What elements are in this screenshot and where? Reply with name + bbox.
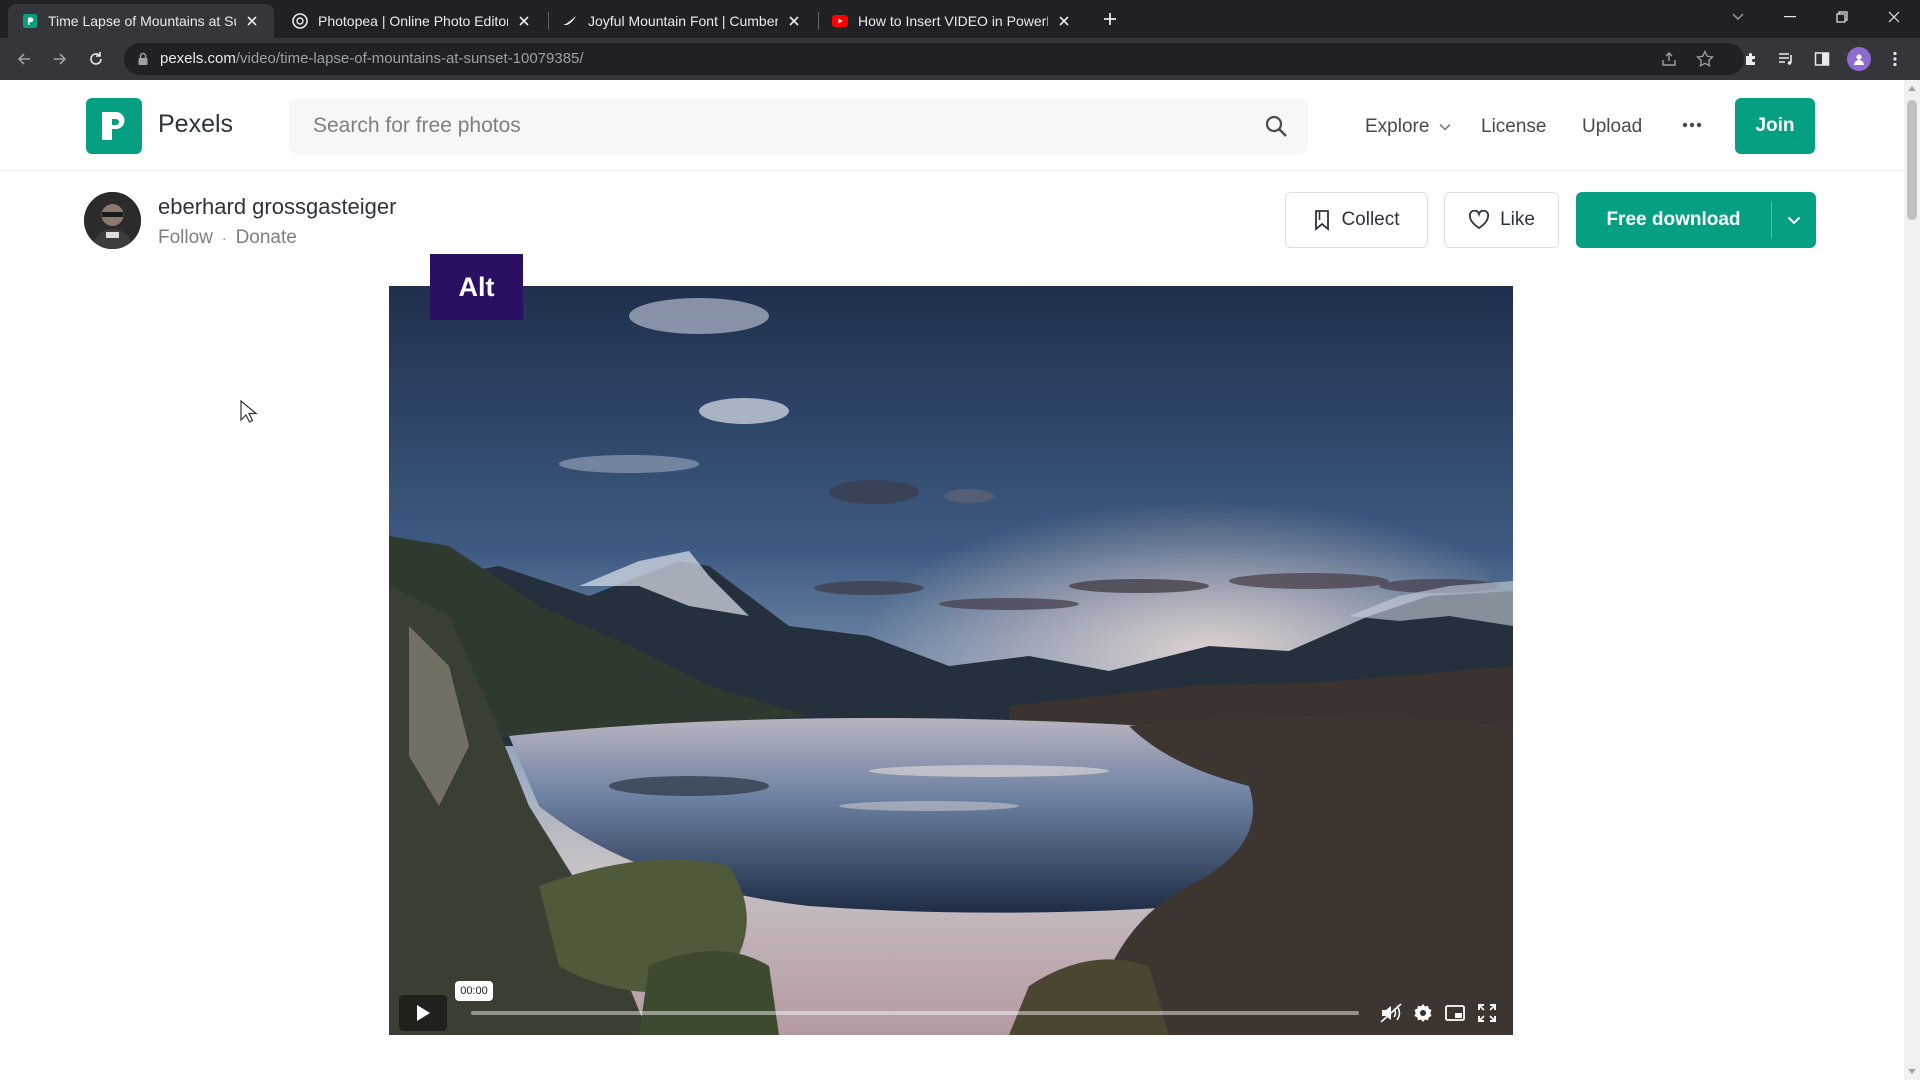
- tab-pexels-video[interactable]: Time Lapse of Mountains at Sun: [8, 4, 274, 38]
- browser-toolbar: pexels.com/video/time-lapse-of-mountains…: [0, 38, 1920, 80]
- collect-button[interactable]: Collect: [1285, 192, 1428, 248]
- close-tab-icon[interactable]: [242, 11, 262, 31]
- address-bar[interactable]: pexels.com/video/time-lapse-of-mountains…: [124, 43, 1744, 75]
- video-frame-mountain-lake: [389, 286, 1513, 1035]
- minimize-icon[interactable]: [1768, 0, 1812, 34]
- chevron-down-icon: [1439, 123, 1451, 131]
- like-label: Like: [1500, 209, 1535, 230]
- tab-search-chevron-icon[interactable]: [1716, 0, 1760, 34]
- pexels-page: Pexels Explore License Upload Join eberh…: [0, 80, 1904, 1080]
- settings-gear-icon[interactable]: [1411, 1001, 1435, 1025]
- play-button[interactable]: [399, 995, 447, 1031]
- url-host: pexels.com: [160, 50, 236, 67]
- play-icon: [417, 1005, 430, 1021]
- tab-title: Joyful Mountain Font | Cumberla: [588, 13, 778, 29]
- url-text: pexels.com/video/time-lapse-of-mountains…: [160, 43, 584, 75]
- scroll-up-arrow-icon[interactable]: [1908, 86, 1916, 91]
- video-progress-track[interactable]: 00:00: [455, 981, 1359, 1015]
- youtube-favicon: [832, 13, 848, 29]
- bookmark-star-icon[interactable]: [1694, 48, 1716, 70]
- close-tab-icon[interactable]: [1054, 11, 1074, 31]
- free-download-group: Free download: [1576, 192, 1816, 248]
- pexels-favicon: [22, 13, 38, 29]
- search-box[interactable]: [289, 98, 1308, 154]
- video-controls: 00:00: [389, 981, 1513, 1035]
- video-player[interactable]: 00:00: [389, 286, 1513, 1035]
- browser-tab-strip: Time Lapse of Mountains at Sun Photopea …: [0, 0, 1920, 38]
- close-window-icon[interactable]: [1872, 0, 1916, 34]
- alt-key-badge: Alt: [430, 254, 523, 320]
- nav-upload[interactable]: Upload: [1582, 116, 1642, 138]
- browser-menu-icon[interactable]: [1884, 48, 1906, 70]
- bookmark-icon: [1315, 210, 1330, 231]
- scroll-down-arrow-icon[interactable]: [1908, 1069, 1916, 1074]
- mute-icon[interactable]: [1379, 1001, 1403, 1025]
- header-divider: [0, 170, 1904, 171]
- page-scrollbar[interactable]: [1904, 80, 1920, 1080]
- tab-youtube-powerpoint[interactable]: How to Insert VIDEO in PowerPo: [818, 4, 1086, 38]
- nav-license[interactable]: License: [1481, 116, 1547, 138]
- tab-title: Time Lapse of Mountains at Sun: [48, 13, 236, 29]
- font-favicon: [562, 13, 578, 29]
- scrollbar-thumb[interactable]: [1907, 100, 1917, 220]
- close-tab-icon[interactable]: [784, 11, 804, 31]
- media-playlist-icon[interactable]: [1775, 48, 1797, 70]
- side-panel-icon[interactable]: [1811, 48, 1833, 70]
- tab-photopea[interactable]: Photopea | Online Photo Editor: [278, 4, 546, 38]
- follow-link[interactable]: Follow: [158, 227, 213, 249]
- donate-link[interactable]: Donate: [236, 227, 297, 249]
- pexels-logo[interactable]: [86, 98, 142, 154]
- forward-arrow-icon[interactable]: [48, 47, 72, 71]
- collect-label: Collect: [1341, 209, 1400, 230]
- tab-joyful-mountain-font[interactable]: Joyful Mountain Font | Cumberla: [548, 4, 816, 38]
- brand-name[interactable]: Pexels: [158, 110, 233, 139]
- search-icon[interactable]: [1264, 114, 1288, 138]
- author-name[interactable]: eberhard grossgasteiger: [158, 194, 396, 220]
- close-tab-icon[interactable]: [514, 11, 534, 31]
- link-separator: ·: [221, 230, 227, 246]
- download-options-chevron-icon[interactable]: [1772, 192, 1816, 248]
- author-links: Follow · Donate: [158, 227, 297, 249]
- heart-icon: [1469, 210, 1490, 230]
- tab-title: Photopea | Online Photo Editor: [318, 13, 508, 29]
- nav-explore-label: Explore: [1365, 116, 1430, 137]
- new-tab-plus-icon[interactable]: [1098, 6, 1122, 32]
- back-arrow-icon[interactable]: [12, 47, 36, 71]
- fullscreen-icon[interactable]: [1475, 1001, 1499, 1025]
- reload-icon[interactable]: [84, 47, 108, 71]
- photopea-favicon: [292, 13, 308, 29]
- mouse-cursor-icon: [240, 400, 258, 423]
- picture-in-picture-icon[interactable]: [1443, 1001, 1467, 1025]
- more-options-icon[interactable]: [1677, 110, 1707, 140]
- time-tooltip: 00:00: [455, 981, 493, 1001]
- extensions-puzzle-icon[interactable]: [1740, 48, 1762, 70]
- lock-icon: [138, 52, 148, 65]
- join-button[interactable]: Join: [1735, 98, 1815, 154]
- like-button[interactable]: Like: [1444, 192, 1559, 248]
- nav-explore[interactable]: Explore: [1365, 116, 1451, 138]
- tab-title: How to Insert VIDEO in PowerPo: [858, 13, 1048, 29]
- url-path: /video/time-lapse-of-mountains-at-sunset…: [235, 50, 584, 67]
- share-icon[interactable]: [1658, 48, 1680, 70]
- search-input[interactable]: [311, 98, 1211, 154]
- profile-avatar[interactable]: [1847, 47, 1871, 71]
- author-avatar[interactable]: [84, 192, 141, 249]
- restore-icon[interactable]: [1820, 0, 1864, 34]
- free-download-button[interactable]: Free download: [1576, 192, 1771, 248]
